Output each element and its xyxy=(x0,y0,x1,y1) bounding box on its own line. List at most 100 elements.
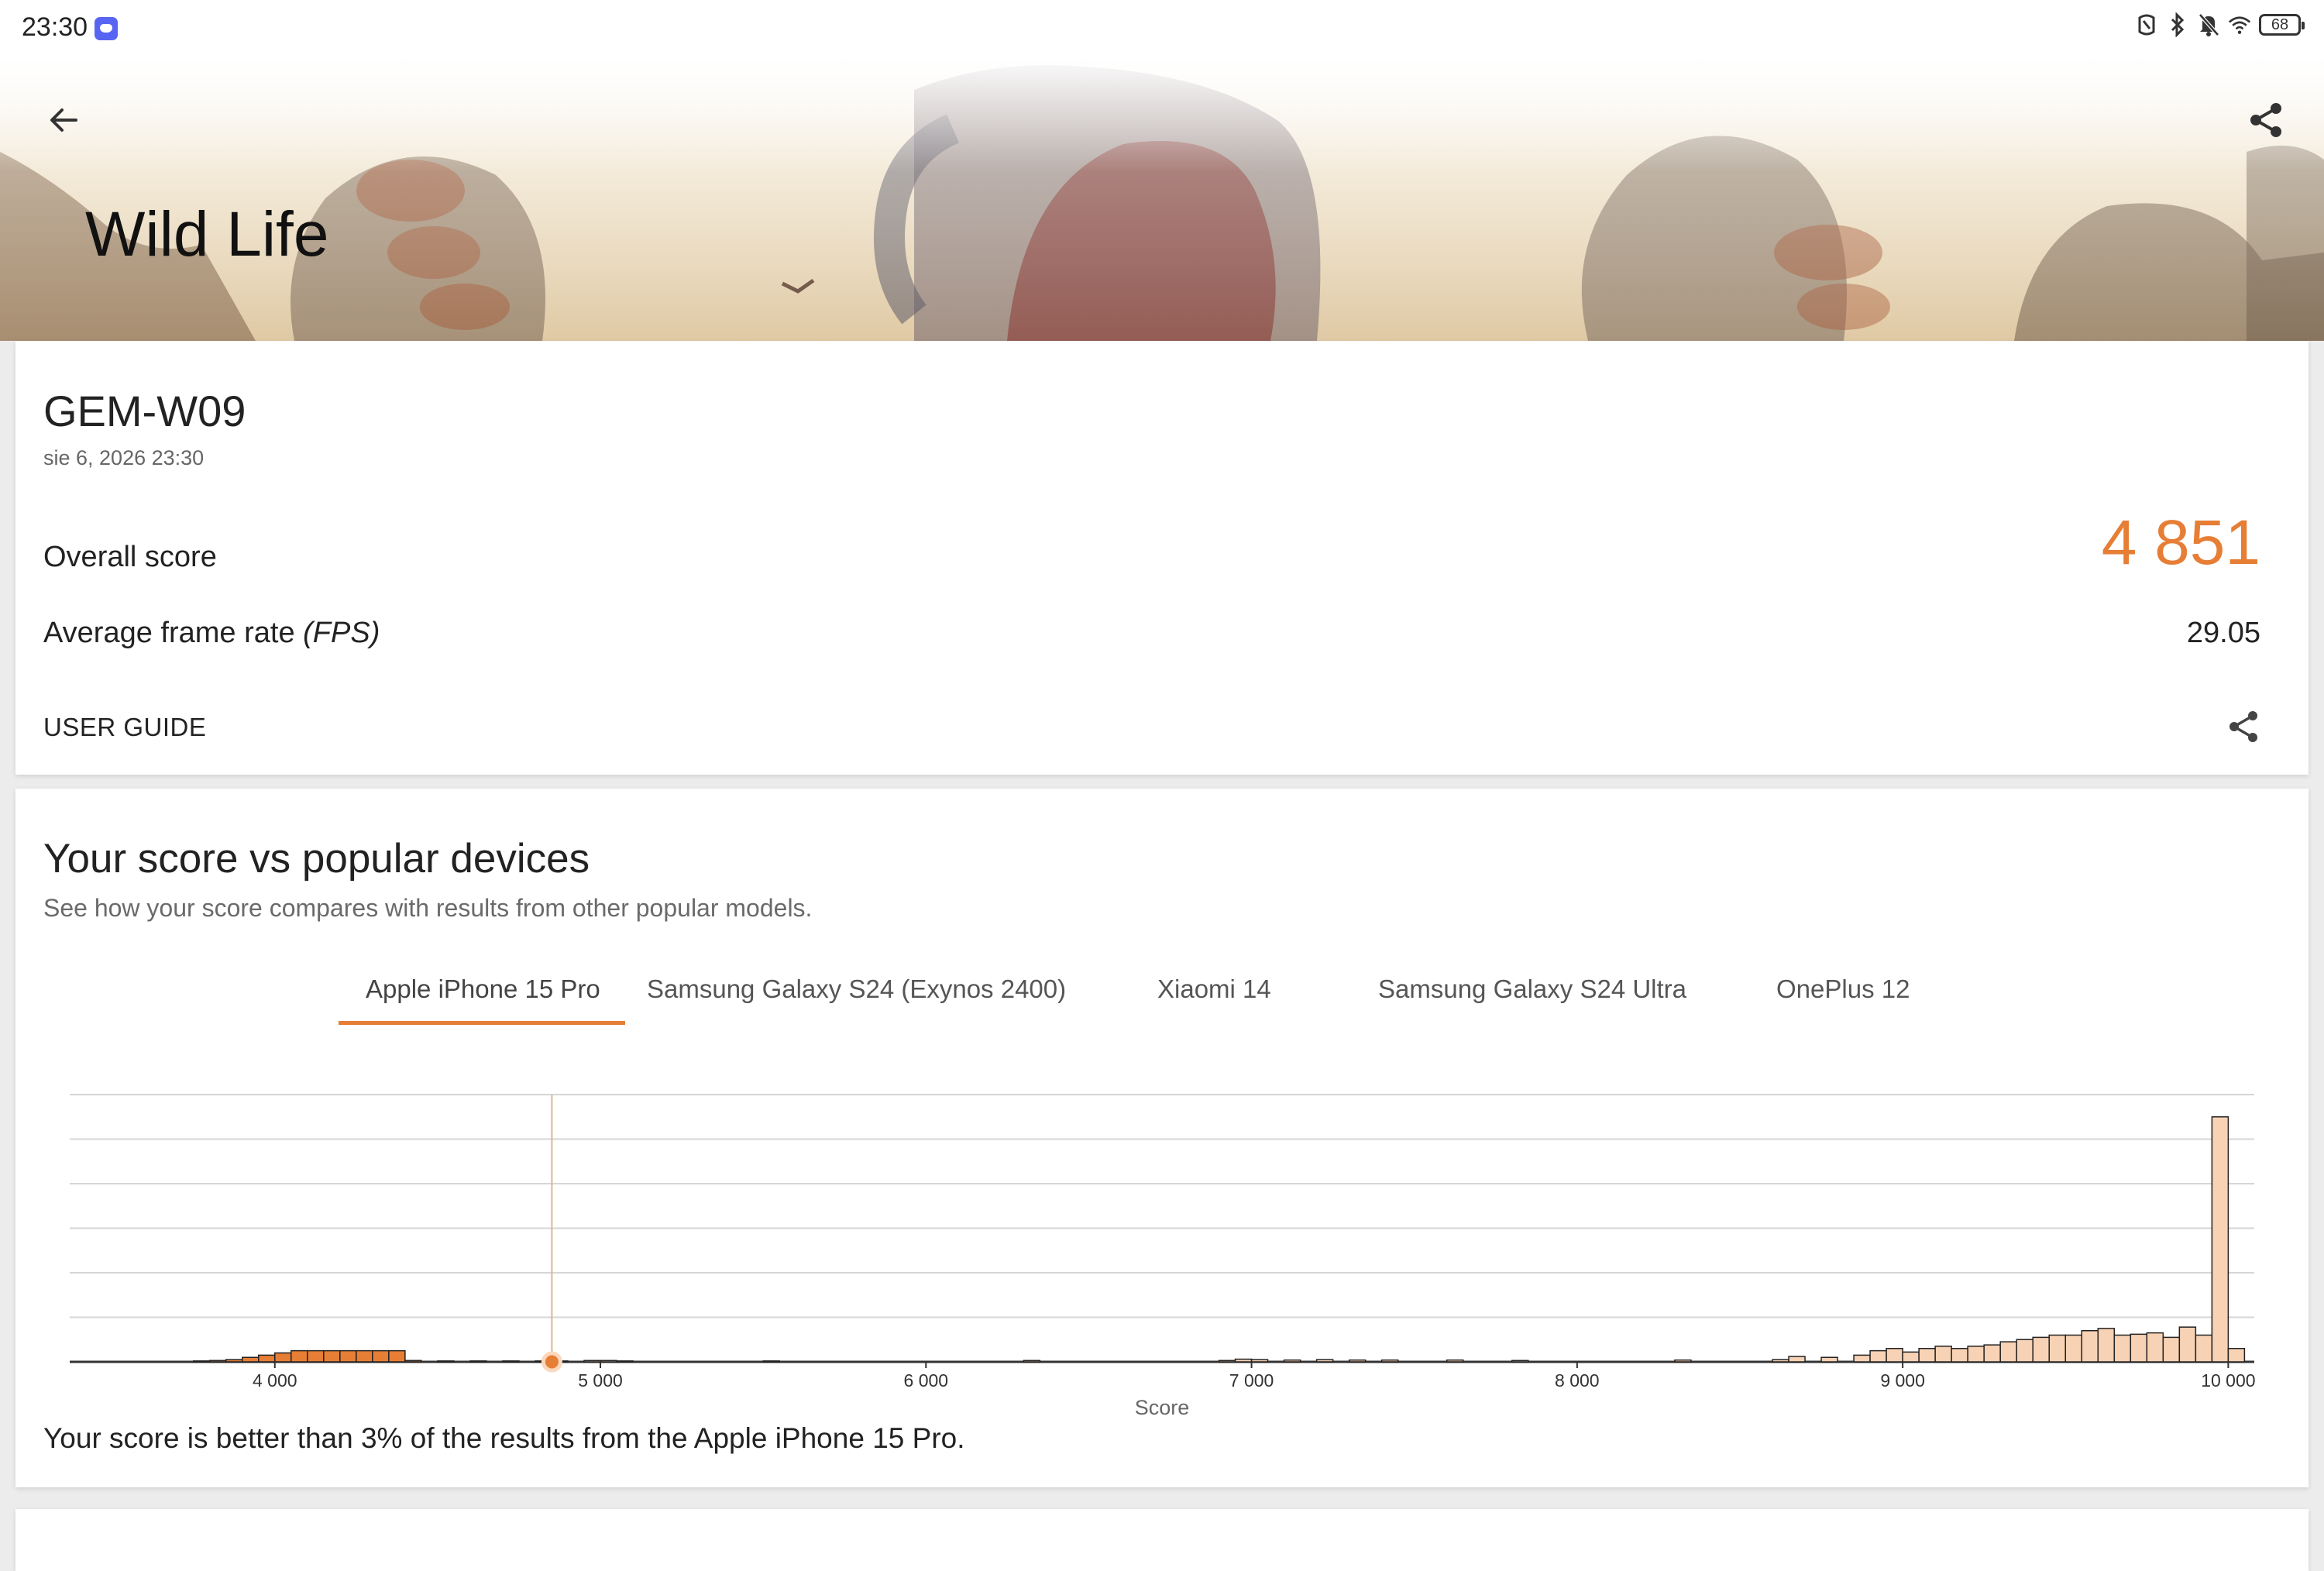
x-tick-label: 10 000 xyxy=(2201,1370,2255,1391)
distribution-bar xyxy=(307,1349,325,1363)
tab-oneplus-12[interactable]: OnePlus 12 xyxy=(1776,975,1910,1004)
distribution-bar xyxy=(1820,1356,1838,1363)
x-tick-label: 5 000 xyxy=(578,1370,623,1391)
distribution-bar xyxy=(1446,1359,1464,1363)
distribution-bar xyxy=(2016,1339,2033,1363)
device-name: GEM-W09 xyxy=(43,387,246,435)
fps-label: Average frame rate (FPS) xyxy=(43,617,380,650)
distribution-bar xyxy=(2211,1116,2229,1363)
distribution-bar xyxy=(1511,1360,1529,1363)
status-time: 23:30 xyxy=(22,12,88,42)
comparison-card: Your score vs popular devices See how yo… xyxy=(15,789,2309,1487)
distribution-bar xyxy=(2162,1336,2181,1363)
distribution-bar xyxy=(1999,1341,2017,1363)
distribution-bar xyxy=(208,1360,227,1363)
distribution-bar xyxy=(1886,1348,1903,1363)
score-marker-dot xyxy=(541,1351,562,1373)
share-icon xyxy=(2229,711,2257,742)
overall-score-value: 4 851 xyxy=(2101,507,2260,578)
x-tick-label: 6 000 xyxy=(904,1370,949,1391)
distribution-bar xyxy=(192,1360,211,1363)
distribution-bar xyxy=(225,1359,243,1363)
distribution-bar xyxy=(290,1349,308,1363)
distribution-bar xyxy=(1951,1348,1968,1363)
tab-apple-iphone-15-pro[interactable]: Apple iPhone 15 Pro xyxy=(366,975,600,1004)
distribution-bar xyxy=(241,1356,260,1363)
distribution-bar xyxy=(258,1354,276,1363)
distribution-bar xyxy=(2064,1334,2083,1363)
distribution-bar xyxy=(2081,1330,2099,1363)
section-title: Your score vs popular devices xyxy=(43,836,590,882)
distribution-bar xyxy=(1234,1358,1253,1363)
selected-tab-indicator xyxy=(339,1021,625,1025)
distribution-bar xyxy=(1902,1351,1920,1363)
bluetooth-icon xyxy=(2166,11,2189,39)
distribution-bar xyxy=(2195,1334,2213,1363)
section-subtitle: See how your score compares with results… xyxy=(43,894,813,922)
distribution-bar xyxy=(616,1360,634,1363)
distribution-bar xyxy=(2097,1328,2116,1363)
discord-icon xyxy=(95,17,118,40)
distribution-bar xyxy=(2032,1336,2050,1363)
distribution-bar xyxy=(2113,1334,2132,1363)
distribution-bar xyxy=(2130,1333,2148,1363)
hero-banner: Wild Life xyxy=(0,59,2324,341)
next-card xyxy=(15,1509,2309,1571)
distribution-bar xyxy=(502,1360,520,1363)
x-tick-label: 9 000 xyxy=(1880,1370,1925,1391)
back-button[interactable] xyxy=(39,93,93,147)
comparison-result-text: Your score is better than 3% of the resu… xyxy=(43,1422,965,1454)
distribution-bar xyxy=(356,1349,373,1363)
chart-grid xyxy=(70,1094,2254,1363)
tab-samsung-galaxy-s24-exynos[interactable]: Samsung Galaxy S24 (Exynos 2400) xyxy=(647,975,1066,1004)
x-tick-label: 7 000 xyxy=(1229,1370,1274,1391)
distribution-bar xyxy=(1788,1356,1806,1363)
distribution-bar xyxy=(2048,1334,2066,1363)
x-tick-label: 8 000 xyxy=(1555,1370,1600,1391)
fps-value: 29.05 xyxy=(2186,617,2260,649)
distribution-bar xyxy=(1934,1346,1952,1363)
distribution-bar xyxy=(339,1349,357,1363)
run-date: sie 6, 2026 23:30 xyxy=(43,446,205,469)
distribution-bar xyxy=(1348,1359,1367,1363)
share-button[interactable] xyxy=(2239,93,2293,147)
distribution-bar xyxy=(372,1349,390,1363)
distribution-bar xyxy=(1918,1348,1936,1363)
distribution-bar xyxy=(388,1349,406,1363)
bell-off-icon xyxy=(2197,11,2220,39)
hero-artwork xyxy=(0,59,2324,341)
fps-label-text: Average frame rate xyxy=(43,617,295,649)
user-guide-link[interactable]: USER GUIDE xyxy=(43,713,206,742)
distribution-bar xyxy=(1674,1359,1692,1363)
status-bar: 23:30 68 xyxy=(0,0,2324,59)
distribution-bar xyxy=(1983,1344,2001,1363)
distribution-bar xyxy=(762,1360,780,1363)
distribution-bar xyxy=(274,1352,292,1363)
chart-score-marker xyxy=(541,1095,562,1373)
distribution-bar xyxy=(1250,1359,1269,1363)
overall-score-label: Overall score xyxy=(43,541,217,573)
fps-label-unit: (FPS) xyxy=(303,617,380,649)
distribution-bar xyxy=(1967,1346,1985,1363)
distribution-bar xyxy=(2227,1348,2246,1363)
distribution-bar xyxy=(1772,1359,1789,1363)
distribution-bar xyxy=(2178,1326,2197,1363)
distribution-bar xyxy=(1869,1349,1887,1363)
distribution-bar xyxy=(323,1349,341,1363)
share-icon xyxy=(2250,103,2281,137)
score-distribution-chart: 4 000 5 000 6 000 7 000 8 000 9 000 10 000 Sco… xyxy=(70,1094,2256,1416)
nfc-icon xyxy=(2135,11,2158,39)
tab-samsung-galaxy-s24-ultra[interactable]: Samsung Galaxy S24 Ultra xyxy=(1378,975,1686,1004)
wifi-icon xyxy=(2228,11,2251,39)
distribution-bar xyxy=(404,1360,422,1363)
chart-area xyxy=(192,1116,2246,1363)
distribution-bar xyxy=(583,1360,601,1363)
distribution-bar xyxy=(1218,1360,1236,1363)
battery-icon: 68 xyxy=(2259,14,2305,36)
result-share-button[interactable] xyxy=(2222,705,2265,748)
distribution-bar xyxy=(1380,1359,1399,1363)
distribution-bar xyxy=(1023,1360,1041,1363)
distribution-bar xyxy=(1283,1359,1301,1363)
tab-xiaomi-14[interactable]: Xiaomi 14 xyxy=(1157,975,1271,1004)
result-card: GEM-W09 sie 6, 2026 23:30 Overall score … xyxy=(15,341,2309,775)
